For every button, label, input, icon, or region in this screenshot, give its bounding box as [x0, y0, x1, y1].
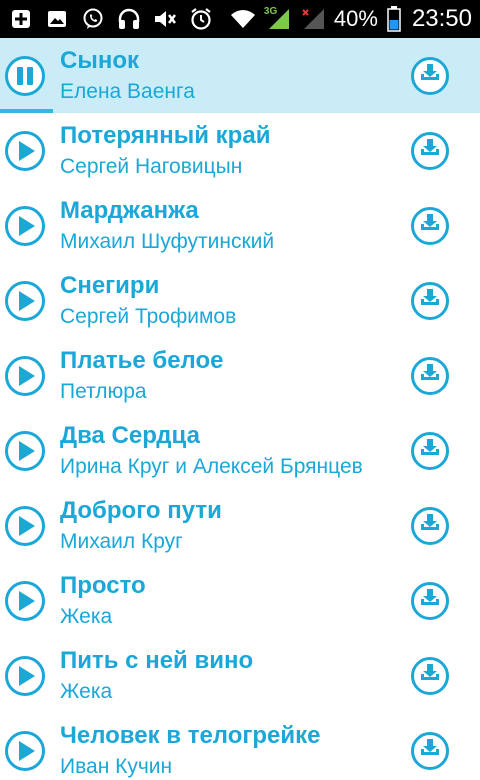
wifi-icon: [230, 6, 256, 32]
track-row[interactable]: Доброго пути Михаил Круг: [0, 488, 480, 563]
headphones-icon: [116, 6, 142, 32]
track-row[interactable]: Марджанжа Михаил Шуфутинский: [0, 188, 480, 263]
track-info: Марджанжа Михаил Шуфутинский: [60, 196, 400, 256]
play-button[interactable]: [5, 130, 45, 171]
track-title: Человек в телогрейке: [60, 722, 321, 749]
signal-no-icon: [300, 6, 326, 32]
track-title: Потерянный край: [60, 122, 271, 149]
track-title: Пить с ней вино: [60, 647, 254, 674]
track-info: Потерянный край Сергей Наговицын: [60, 121, 400, 181]
download-button[interactable]: [411, 431, 449, 470]
download-button[interactable]: [411, 281, 449, 320]
pause-button[interactable]: [5, 55, 45, 96]
play-icon: [19, 140, 35, 161]
track-artist: Сергей Трофимов: [60, 305, 237, 328]
track-row[interactable]: Человек в телогрейке Иван Кучин: [0, 713, 480, 780]
track-artist: Елена Ваенга: [60, 80, 195, 103]
play-button[interactable]: [5, 205, 45, 246]
track-info: Платье белое Петлюра: [60, 346, 400, 406]
clock: 23:50: [411, 5, 472, 32]
track-title: Марджанжа: [60, 197, 199, 224]
download-icon: [419, 588, 441, 613]
play-icon: [19, 365, 35, 386]
download-button[interactable]: [411, 56, 449, 95]
track-info: Пить с ней вино Жека: [60, 646, 400, 706]
play-button[interactable]: [5, 430, 45, 471]
track-info: Снегири Сергей Трофимов: [60, 271, 400, 331]
track-artist: Жека: [60, 605, 113, 628]
play-icon: [19, 515, 35, 536]
download-button[interactable]: [411, 656, 449, 695]
play-button[interactable]: [5, 280, 45, 321]
image-icon: [44, 6, 70, 32]
download-button[interactable]: [411, 731, 449, 770]
status-bar: 3G 40% 23:50: [0, 0, 480, 38]
download-icon: [419, 213, 441, 238]
network-type-label: 3G: [263, 6, 278, 17]
pause-icon: [17, 66, 33, 85]
battery-icon: [386, 6, 402, 32]
track-artist: Ирина Круг и Алексей Брянцев: [60, 455, 363, 478]
track-row[interactable]: Потерянный край Сергей Наговицын: [0, 113, 480, 188]
track-title: Сынок: [60, 47, 139, 74]
track-title: Платье белое: [60, 347, 224, 374]
track-info: Два Сердца Ирина Круг и Алексей Брянцев: [60, 421, 400, 481]
play-icon: [19, 290, 35, 311]
alarm-icon: [188, 6, 214, 32]
track-artist: Михаил Круг: [60, 530, 183, 553]
viber-icon: [80, 6, 106, 32]
battery-percent: 40%: [333, 6, 378, 31]
play-icon: [19, 665, 35, 686]
track-info: Доброго пути Михаил Круг: [60, 496, 400, 556]
download-icon: [419, 438, 441, 463]
track-title: Просто: [60, 572, 146, 599]
track-info: Просто Жека: [60, 571, 400, 631]
track-row[interactable]: Снегири Сергей Трофимов: [0, 263, 480, 338]
download-button[interactable]: [411, 356, 449, 395]
play-button[interactable]: [5, 655, 45, 696]
download-icon: [419, 738, 441, 763]
play-icon: [19, 440, 35, 461]
download-button[interactable]: [411, 506, 449, 545]
track-artist: Петлюра: [60, 380, 147, 403]
play-button[interactable]: [5, 580, 45, 621]
track-title: Два Сердца: [60, 422, 200, 449]
plus-icon: [8, 6, 34, 32]
play-icon: [19, 590, 35, 611]
download-icon: [419, 63, 441, 88]
track-title: Снегири: [60, 272, 160, 299]
download-icon: [419, 363, 441, 388]
play-icon: [19, 740, 35, 761]
track-list[interactable]: Сынок Елена Ваенга Потерянный край Серге…: [0, 38, 480, 780]
track-title: Доброго пути: [60, 497, 222, 524]
play-button[interactable]: [5, 355, 45, 396]
track-row[interactable]: Просто Жека: [0, 563, 480, 638]
download-icon: [419, 288, 441, 313]
track-info: Сынок Елена Ваенга: [60, 46, 400, 106]
track-artist: Михаил Шуфутинский: [60, 230, 275, 253]
mute-icon: [152, 6, 178, 32]
signal-icon: 3G: [264, 6, 292, 32]
play-button[interactable]: [5, 505, 45, 546]
download-button[interactable]: [411, 206, 449, 245]
track-row[interactable]: Платье белое Петлюра: [0, 338, 480, 413]
download-button[interactable]: [411, 581, 449, 620]
track-row[interactable]: Сынок Елена Ваенга: [0, 38, 480, 113]
track-artist: Жека: [60, 680, 113, 703]
download-icon: [419, 663, 441, 688]
download-icon: [419, 513, 441, 538]
play-icon: [19, 215, 35, 236]
track-artist: Сергей Наговицын: [60, 155, 243, 178]
track-info: Человек в телогрейке Иван Кучин: [60, 721, 400, 780]
track-artist: Иван Кучин: [60, 755, 173, 778]
play-button[interactable]: [5, 730, 45, 771]
download-button[interactable]: [411, 131, 449, 170]
track-row[interactable]: Пить с ней вино Жека: [0, 638, 480, 713]
track-row[interactable]: Два Сердца Ирина Круг и Алексей Брянцев: [0, 413, 480, 488]
download-icon: [419, 138, 441, 163]
